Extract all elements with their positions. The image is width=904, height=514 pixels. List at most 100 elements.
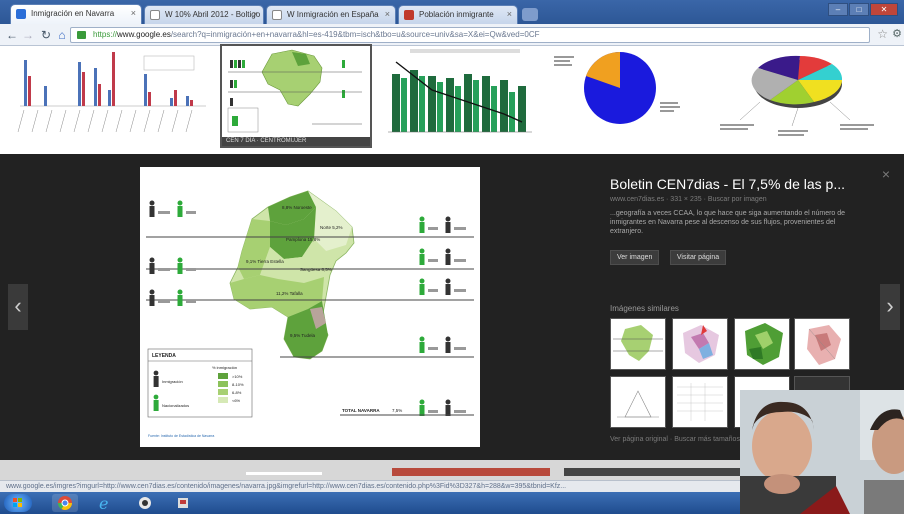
wrench-menu-icon[interactable]: ⚙ [892,27,902,40]
zone-label-pamplona: Pamplona 15,8% [286,237,320,242]
preview-footer-links[interactable]: Ver página original · Buscar más tamaños [610,436,740,443]
similar-map-thumbnail [807,325,841,365]
app-icon [178,498,188,508]
lock-icon [77,31,86,39]
chevron-left-icon: ‹ [14,293,22,318]
taskbar-app-button[interactable] [132,494,158,512]
tab-2[interactable]: W 10% Abril 2012 - Boltigo × [144,5,264,24]
similar-table-thumbnail [677,383,723,421]
media-player-icon [139,497,151,509]
back-icon[interactable]: ← [4,27,20,43]
legend-person1-label: Inmigración [162,379,183,384]
total-navarra-label: TOTAL NAVARRA [342,408,380,413]
image-results-strip: CEN 7 DÍA · CENTROMUJER [0,44,904,154]
legend-person2-label: Nacionalizados [162,403,189,408]
preview-source-line[interactable]: www.cen7dias.es · 331 × 235 · Buscar por… [610,196,890,203]
svg-text:e: e [99,494,108,512]
close-tab-icon[interactable]: × [253,9,258,19]
view-image-button[interactable]: Ver imagen [610,250,660,265]
start-button[interactable] [4,494,32,512]
similar-map-thumbnail [745,323,783,365]
zone-label-norte: Norte 5,2% [320,225,343,230]
tab-inmigracion-navarra[interactable]: Inmigración en Navarra × [10,4,142,24]
image-result-bar-chart[interactable] [14,46,212,146]
google-favicon-icon [16,9,26,19]
similar-image-2[interactable] [672,318,728,370]
close-tab-icon[interactable]: × [131,8,136,18]
new-tab-button[interactable] [522,8,538,21]
strip-thumbnail-dark[interactable] [564,468,744,476]
close-tab-icon[interactable]: × [507,9,512,19]
close-window-button[interactable]: ✕ [870,3,898,16]
strip-thumbnail-red[interactable] [392,468,550,476]
previous-image-button[interactable]: ‹ [8,284,28,330]
reload-icon[interactable]: ↻ [38,27,54,43]
image-result-navarra-map[interactable]: CEN 7 DÍA · CENTROMUJER [220,44,372,148]
legend-column-header: % inmigración [212,365,237,370]
taskbar-ie-button[interactable]: e [92,494,118,513]
tab-title: Inmigración en Navarra [31,9,115,18]
preview-description: ...geografía a veces CCAA, lo que hace q… [610,210,846,235]
preview-image-navarra-map[interactable]: 8,8% Noroeste Norte 5,2% Pamplona 15,8% … [140,167,480,447]
next-image-button[interactable]: › [880,284,900,330]
person-icons-right [419,216,451,416]
minimize-button[interactable]: – [828,3,848,16]
person-icons-left [149,200,183,306]
url-path: /search?q=inmigración+en+navarra&hl=es-4… [170,30,540,39]
legend-range-1: >10% [232,374,243,379]
wikipedia-favicon-icon [150,10,160,20]
similar-image-3[interactable] [734,318,790,370]
zone-label-tafalla: 11,2% Tafalla [276,291,303,296]
chevron-right-icon: › [886,293,894,318]
preview-info-panel: Boletin CEN7dias - El 7,5% de las p... w… [610,176,890,265]
browser-tab-bar: Inmigración en Navarra × W 10% Abril 201… [0,0,904,24]
tab-title: W Inmigración en España [287,10,379,19]
bookmark-star-icon[interactable]: ☆ [877,27,888,41]
desktop-screen: { "browser": { "tabs": [ {"title": "Inmi… [0,0,904,514]
scroll-position-indicator[interactable] [246,472,322,475]
similar-image-5[interactable] [610,376,666,428]
home-icon[interactable]: ⌂ [54,27,70,43]
tab-3[interactable]: W Inmigración en España × [266,5,396,24]
similar-chart-thumbnail [617,390,659,418]
image-result-3d-pie-chart[interactable] [700,46,896,146]
zone-label-noroeste: 8,8% Noroeste [282,205,312,210]
maximize-button[interactable]: □ [849,3,869,16]
similar-map-thumbnail [613,325,663,361]
preview-title[interactable]: Boletin CEN7dias - El 7,5% de las p... [610,176,890,192]
legend-title: LEYENDA [152,353,176,359]
internet-explorer-icon: e [99,494,108,513]
similar-map-thumbnail [683,325,719,363]
image-result-trend-chart[interactable] [380,46,540,146]
map-thumbnail [227,49,362,133]
bar-chart-thumbnail [17,52,206,133]
browser-toolbar: ← → ↻ ⌂ https://www.google.es/search?q=i… [0,24,904,46]
webcam-video-frame [740,390,904,514]
url-domain: www.google.es [117,30,171,39]
tab-4[interactable]: Población inmigrante × [398,5,518,24]
address-bar[interactable]: https://www.google.es/search?q=inmigraci… [70,27,870,43]
taskbar-app-button-2[interactable] [170,494,196,512]
navarra-immigration-map: 8,8% Noroeste Norte 5,2% Pamplona 15,8% … [146,190,474,438]
image-result-pie-chart[interactable] [548,46,688,146]
similar-image-1[interactable] [610,318,666,370]
legend-range-3: 6-8% [232,390,242,395]
zone-label-tudela: 9,5% Tudela [290,333,316,338]
trend-chart-thumbnail [388,49,532,133]
similar-image-4[interactable] [794,318,850,370]
visit-page-button[interactable]: Visitar página [669,250,727,265]
similar-image-6[interactable] [672,376,728,428]
webcam-overlay [740,390,904,514]
pie-chart-thumbnail [554,51,680,124]
tab-title: W 10% Abril 2012 - Boltigo [165,10,261,19]
taskbar-chrome-button[interactable] [52,494,78,512]
wikipedia-favicon-icon [272,10,282,20]
close-tab-icon[interactable]: × [385,9,390,19]
zone-label-sanguesa: Sangüesa 8,5% [300,267,332,272]
legend-range-2: 8-10% [232,382,244,387]
forward-icon[interactable]: → [20,27,36,43]
legend-range-4: <6% [232,398,241,403]
chrome-icon [58,496,72,510]
chart-favicon-icon [404,10,414,20]
total-navarra-value: 7,5% [392,408,402,413]
